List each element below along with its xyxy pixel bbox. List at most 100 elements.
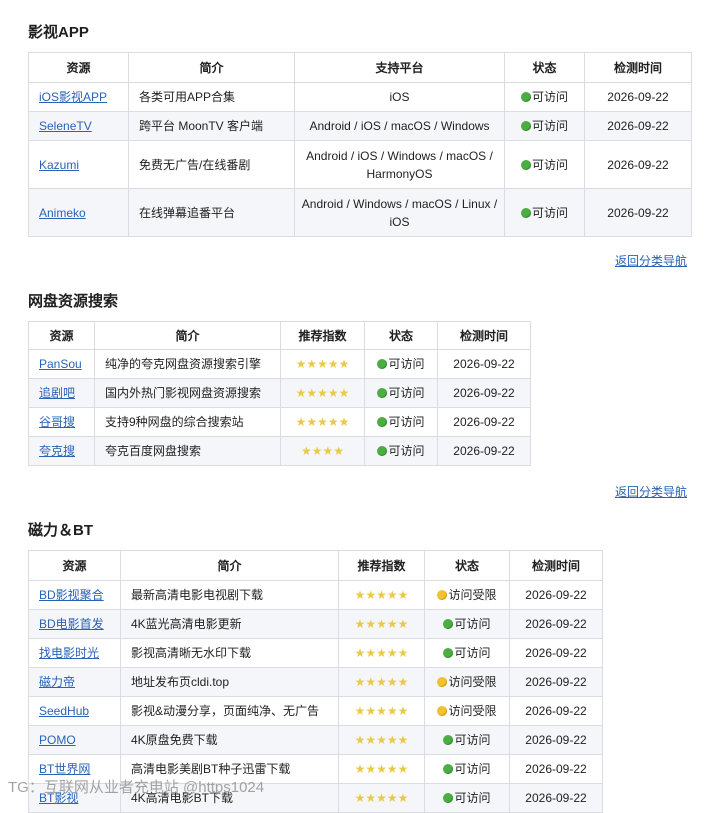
resource-link[interactable]: BD影视聚合 [39,588,104,602]
column-header: 状态 [364,321,438,350]
rating-stars-icon: ★★★★★ [295,386,350,400]
rating-cell: ★★★★★ [338,638,425,668]
status-cell: 可访问 [364,378,438,408]
status-dot-icon [377,417,388,427]
status-text: 访问受限 [448,588,497,602]
platform-cell: iOS [294,82,505,112]
status-text: 可访问 [531,205,568,220]
resource-link[interactable]: 追剧吧 [39,386,75,400]
table-row: 谷哥搜 支持9种网盘的综合搜索站 ★★★★★ 可访问 2026-09-22 [28,407,531,437]
status-dot-icon [443,648,454,658]
table-header-row: 资源 简介 支持平台 状态 检测时间 [28,52,692,83]
resource-cell: SeleneTV [28,111,129,141]
resource-link[interactable]: 夸克搜 [39,444,75,458]
resource-cell: BD影视聚合 [28,580,121,610]
resource-cell: 磁力帝 [28,667,121,697]
rating-stars-icon: ★★★★ [300,444,345,458]
status-cell: 访问受限 [424,580,510,610]
rating-cell: ★★★★★ [338,580,425,610]
status-text: 可访问 [454,617,491,631]
rating-cell: ★★★★★ [338,754,425,784]
status-dot-icon [443,793,454,803]
column-header: 检测时间 [437,321,531,350]
rating-stars-icon: ★★★★★ [354,646,409,660]
date-cell: 2026-09-22 [584,82,692,112]
description-cell: 最新高清电影电视剧下载 [120,580,339,610]
status-cell: 可访问 [424,754,510,784]
resource-link[interactable]: POMO [39,733,76,747]
back-to-nav-link[interactable]: 返回分类导航 [615,483,687,500]
date-cell: 2026-09-22 [437,378,531,408]
status-dot-icon [520,159,531,170]
status-dot-icon [377,446,388,456]
status-text: 可访问 [454,791,491,805]
date-cell: 2026-09-22 [437,436,531,466]
rating-cell: ★★★★★ [280,378,365,408]
watermark-text: TG：互联网从业者充电站 @https1024 [8,779,265,796]
resource-link[interactable]: 找电影时光 [39,646,99,660]
description-cell: 4K原盘免费下载 [120,725,339,755]
status-text: 可访问 [531,157,568,172]
description-cell: 影视高清晰无水印下载 [120,638,339,668]
description-cell: 地址发布页cldi.top [120,667,339,697]
resource-link[interactable]: iOS影视APP [39,90,107,104]
rating-cell: ★★★★★ [338,667,425,697]
resource-cell: 找电影时光 [28,638,121,668]
status-cell: 可访问 [504,82,585,112]
status-text: 可访问 [454,733,491,747]
table-row: BD影视聚合 最新高清电影电视剧下载 ★★★★★ 访问受限 2026-09-22 [28,580,603,610]
date-cell: 2026-09-22 [509,667,603,697]
date-cell: 2026-09-22 [509,725,603,755]
status-cell: 可访问 [364,436,438,466]
resource-cell: Kazumi [28,140,129,189]
rating-stars-icon: ★★★★★ [354,675,409,689]
rating-stars-icon: ★★★★★ [354,704,409,718]
status-cell: 可访问 [364,349,438,379]
resource-link[interactable]: BT世界网 [39,762,90,776]
description-cell: 夸克百度网盘搜索 [94,436,281,466]
description-cell: 国内外热门影视网盘资源搜索 [94,378,281,408]
resource-link[interactable]: Animeko [39,206,86,220]
resource-cell: Animeko [28,188,129,237]
resource-cell: 追剧吧 [28,378,95,408]
resource-cell: POMO [28,725,121,755]
status-dot-icon [520,121,531,131]
section-title-bt: 磁力＆BT [28,522,93,539]
status-text: 访问受限 [448,675,497,689]
table-row: iOS影视APP 各类可用APP合集 iOS 可访问 2026-09-22 [28,82,692,112]
table-row: BD电影首发 4K蓝光高清电影更新 ★★★★★ 可访问 2026-09-22 [28,609,603,639]
table-row: 找电影时光 影视高清晰无水印下载 ★★★★★ 可访问 2026-09-22 [28,638,603,668]
rating-stars-icon: ★★★★★ [354,617,409,631]
table-row: SeedHub 影视&动漫分享，页面纯净、无广告 ★★★★★ 访问受限 2026… [28,696,603,726]
resource-link[interactable]: SeleneTV [39,119,92,133]
date-cell: 2026-09-22 [509,638,603,668]
resource-link[interactable]: 磁力帝 [39,675,75,689]
status-dot-icon [377,359,388,369]
back-to-nav-link[interactable]: 返回分类导航 [615,252,687,269]
rating-stars-icon: ★★★★★ [295,357,350,371]
column-header: 状态 [504,52,585,83]
table-row: 夸克搜 夸克百度网盘搜索 ★★★★ 可访问 2026-09-22 [28,436,531,466]
resource-link[interactable]: PanSou [39,357,82,371]
description-cell: 免费无广告/在线番剧 [128,140,295,189]
date-cell: 2026-09-22 [437,407,531,437]
rating-cell: ★★★★★ [338,609,425,639]
resource-link[interactable]: Kazumi [39,158,79,172]
status-cell: 访问受限 [424,696,510,726]
table-row: 磁力帝 地址发布页cldi.top ★★★★★ 访问受限 2026-09-22 [28,667,603,697]
status-text: 可访问 [388,415,425,429]
resource-link[interactable]: BD电影首发 [39,617,104,631]
bt-table: 资源 简介 推荐指数 状态 检测时间 BD影视聚合 最新高清电影电视剧下载 ★★… [28,550,603,813]
table-row: SeleneTV 跨平台 MoonTV 客户端 Android / iOS / … [28,111,692,141]
column-header: 简介 [94,321,281,350]
rating-stars-icon: ★★★★★ [354,762,409,776]
table-row: 追剧吧 国内外热门影视网盘资源搜索 ★★★★★ 可访问 2026-09-22 [28,378,531,408]
rating-stars-icon: ★★★★★ [295,415,350,429]
date-cell: 2026-09-22 [584,188,692,237]
table-header-row: 资源 简介 推荐指数 状态 检测时间 [28,321,531,350]
resource-link[interactable]: SeedHub [39,704,89,718]
cloud-search-table: 资源 简介 推荐指数 状态 检测时间 PanSou 纯净的夸克网盘资源搜索引擎 … [28,321,531,466]
column-header: 推荐指数 [338,550,425,581]
table-header-row: 资源 简介 推荐指数 状态 检测时间 [28,550,603,581]
resource-link[interactable]: 谷哥搜 [39,415,75,429]
